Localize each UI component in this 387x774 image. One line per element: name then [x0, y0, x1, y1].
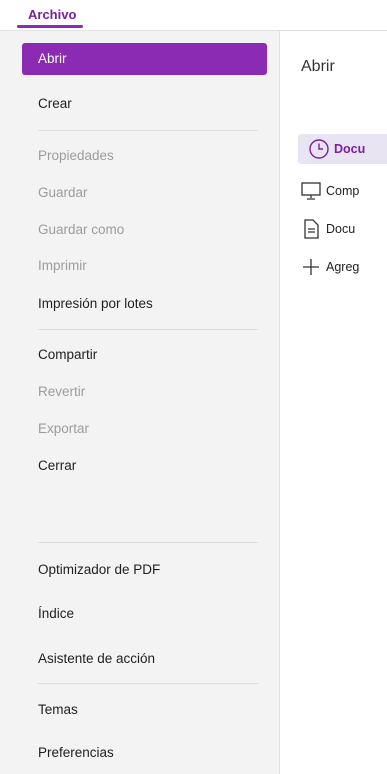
clock-icon [306, 136, 332, 162]
menu-item-asistente-accion[interactable]: Asistente de acción [22, 643, 267, 675]
menu-item-abrir[interactable]: Abrir [22, 43, 267, 75]
top-tab-bar: Archivo [0, 0, 387, 31]
menu-item-indice[interactable]: Índice [22, 598, 267, 630]
menu-item-optimizador-pdf[interactable]: Optimizador de PDF [22, 554, 267, 586]
menu-separator [38, 130, 258, 131]
open-option-recent-documents[interactable]: Docu [298, 134, 387, 164]
open-option-label: Docu [326, 222, 356, 236]
menu-separator [38, 329, 258, 330]
menu-item-preferencias[interactable]: Preferencias [22, 737, 267, 769]
page-title: Abrir [301, 58, 335, 75]
file-menu-sidebar: Abrir Crear Propiedades Guardar Guardar … [0, 31, 280, 774]
menu-item-cerrar[interactable]: Cerrar [22, 450, 267, 482]
menu-item-temas[interactable]: Temas [22, 694, 267, 726]
open-option-label: Docu [334, 142, 366, 156]
menu-separator [38, 542, 258, 543]
tab-archivo[interactable]: Archivo [28, 7, 76, 22]
open-option-label: Agreg [326, 260, 360, 274]
menu-item-compartir[interactable]: Compartir [22, 339, 267, 371]
menu-item-guardar: Guardar [38, 185, 88, 200]
menu-separator [38, 683, 258, 684]
main-panel: Abrir Docu Comp Docu Agreg [280, 31, 387, 774]
menu-item-revertir: Revertir [38, 384, 86, 399]
menu-item-guardar-como: Guardar como [38, 222, 125, 237]
computer-icon [298, 178, 324, 204]
open-option-computer[interactable]: Comp [298, 176, 387, 206]
open-option-document[interactable]: Docu [298, 214, 387, 244]
menu-item-propiedades: Propiedades [38, 148, 114, 163]
open-option-add[interactable]: Agreg [298, 252, 387, 282]
tab-active-indicator [17, 25, 83, 28]
document-icon [298, 216, 324, 242]
menu-item-exportar: Exportar [38, 421, 90, 436]
open-option-label: Comp [326, 184, 360, 198]
menu-item-impresion-por-lotes[interactable]: Impresión por lotes [22, 288, 267, 320]
menu-item-imprimir: Imprimir [38, 258, 87, 273]
add-icon [298, 254, 324, 280]
menu-item-crear[interactable]: Crear [22, 88, 267, 120]
